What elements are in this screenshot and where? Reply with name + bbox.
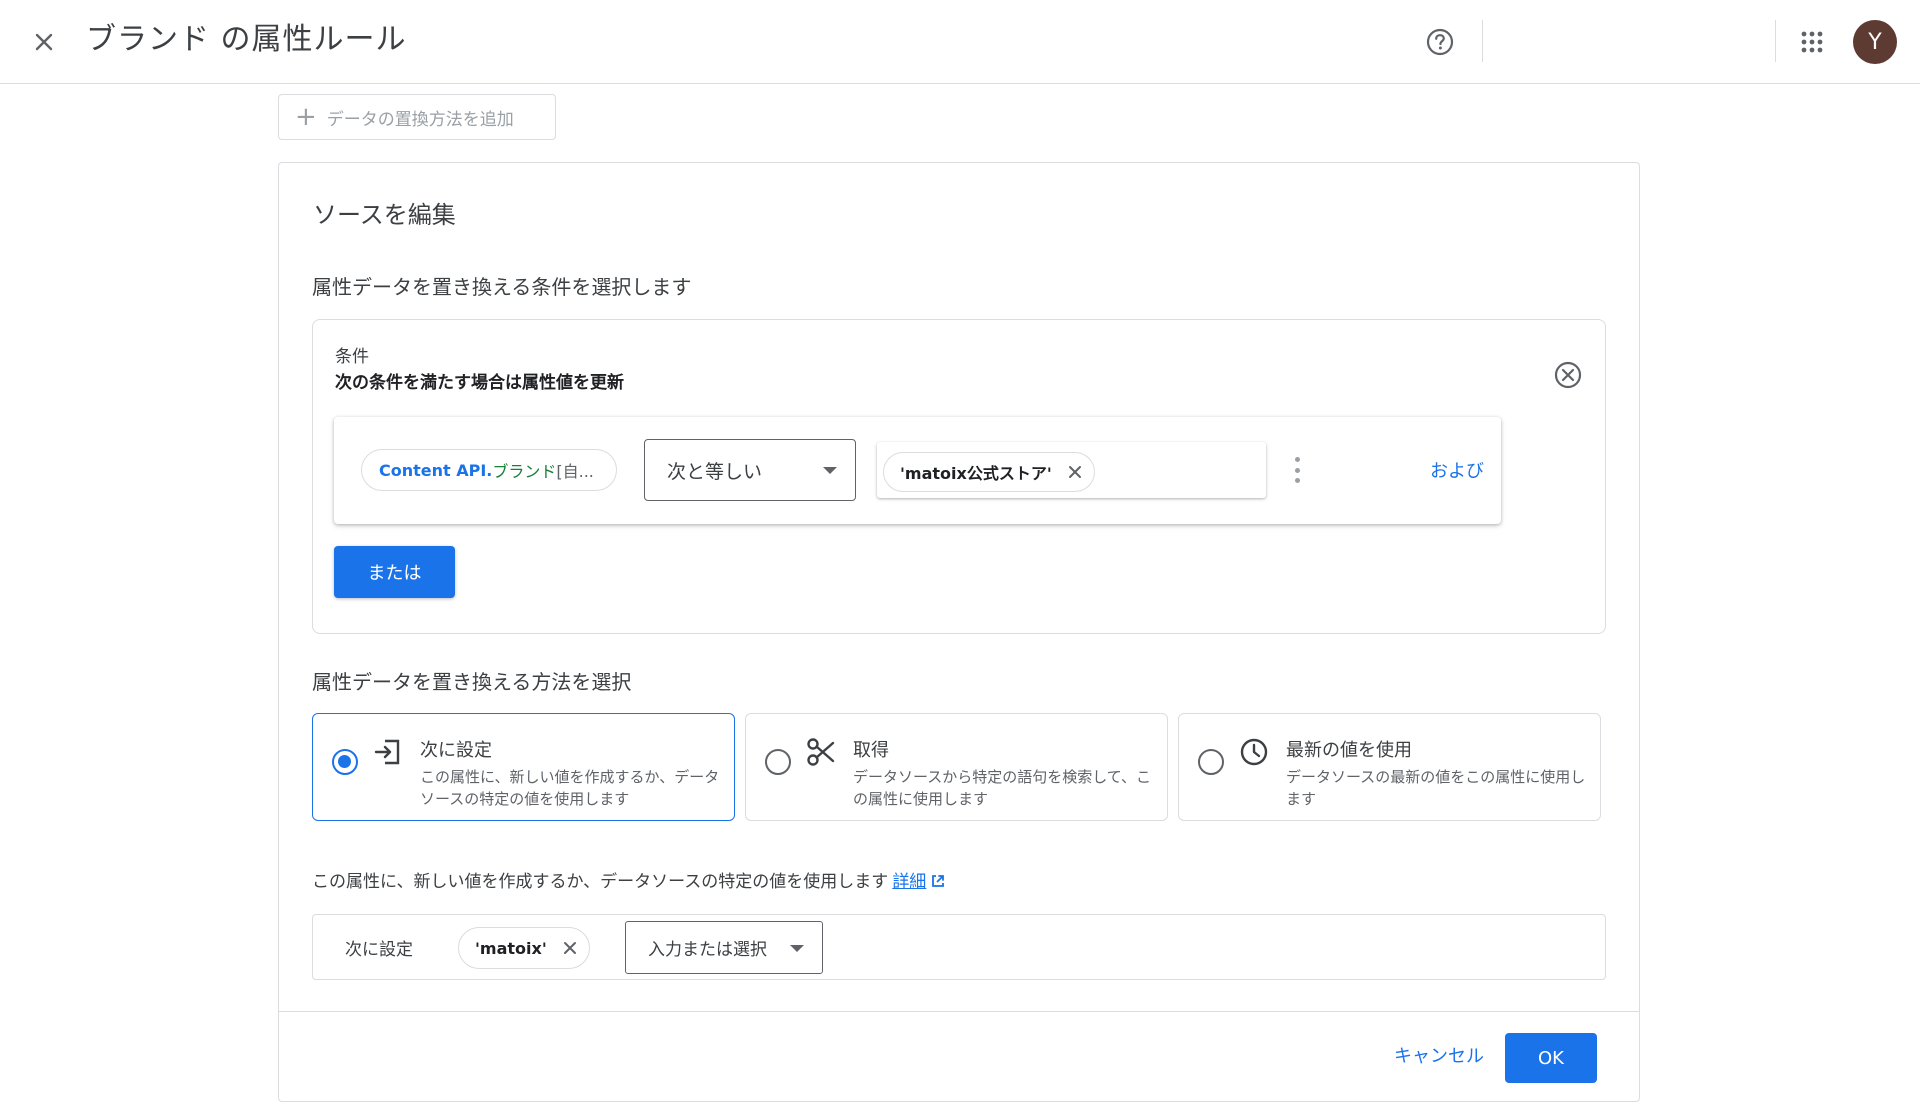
field-source: Content API. <box>379 460 493 480</box>
set-value-label: 次に設定 <box>345 940 413 960</box>
method-info-line: この属性に、新しい値を作成するか、データソースの特定の値を使用します 詳細 <box>312 867 946 892</box>
set-value-chip-label: 'matoix' <box>475 938 547 958</box>
clock-icon <box>1240 738 1268 766</box>
method-card-latest[interactable]: 最新の値を使用 データソースの最新の値をこの属性に使用します <box>1178 713 1601 821</box>
remove-value-button[interactable] <box>1064 461 1086 483</box>
header-divider <box>1775 20 1776 62</box>
add-replacement-button[interactable]: + データの置換方法を追加 <box>278 94 556 140</box>
set-value-chip: 'matoix' <box>458 927 590 969</box>
close-icon <box>35 33 53 51</box>
remove-circle-icon <box>1554 361 1582 389</box>
operator-value: 次と等しい <box>667 460 763 483</box>
and-button[interactable]: および <box>1430 457 1484 483</box>
more-options-button[interactable] <box>1291 457 1303 483</box>
input-or-select-dropdown[interactable]: 入力または選択 <box>625 921 823 974</box>
external-link-icon <box>932 875 945 887</box>
apps-button[interactable] <box>1792 22 1832 62</box>
method-info-text: この属性に、新しい値を作成するか、データソースの特定の値を使用します <box>312 872 889 892</box>
condition-description: 次の条件を満たす場合は属性値を更新 <box>335 373 624 393</box>
apps-grid-icon <box>1801 31 1823 53</box>
scissors-icon <box>807 738 835 766</box>
close-icon <box>1068 466 1081 478</box>
condition-value-field[interactable]: 'matoix公式ストア' <box>877 442 1266 498</box>
method-card-set[interactable]: 次に設定 この属性に、新しい値を作成するか、データソースの特定の値を使用します <box>312 713 735 821</box>
method-section-label: 属性データを置き換える方法を選択 <box>312 670 632 694</box>
dropdown-caret-icon <box>790 945 804 952</box>
condition-label: 条件 <box>335 347 369 367</box>
page-title: ブランド の属性ルール <box>86 22 407 57</box>
dropdown-caret-icon <box>823 467 837 474</box>
account-avatar[interactable]: Y <box>1853 20 1897 64</box>
kebab-dot <box>1294 467 1300 473</box>
radio-button[interactable] <box>765 749 791 775</box>
condition-box: 条件 次の条件を満たす場合は属性値を更新 Content API. ブランド [自… <box>312 319 1606 634</box>
top-app-bar: ブランド の属性ルール Y <box>0 0 1920 84</box>
edit-source-card: ソースを編集 属性データを置き換える条件を選択します 条件 次の条件を満たす場合… <box>278 162 1640 1102</box>
input-or-select-placeholder: 入力または選択 <box>648 940 767 960</box>
value-chip-label: 'matoix公式ストア' <box>900 464 1052 483</box>
radio-button[interactable] <box>1198 749 1224 775</box>
add-replacement-label: データの置換方法を追加 <box>326 109 514 130</box>
operator-select[interactable]: 次と等しい <box>644 439 856 501</box>
method-description: この属性に、新しい値を作成するか、データソースの特定の値を使用します <box>420 768 720 808</box>
remove-set-value-button[interactable] <box>559 937 581 959</box>
field-attribute: ブランド <box>492 462 557 481</box>
method-title: 次に設定 <box>420 740 492 761</box>
method-title: 取得 <box>853 740 889 761</box>
footer-divider <box>279 1011 1639 1012</box>
field-suffix: [自... <box>556 462 594 481</box>
method-card-extract[interactable]: 取得 データソースから特定の語句を検索して、この属性に使用します <box>745 713 1168 821</box>
help-button[interactable] <box>1420 22 1460 62</box>
radio-button[interactable] <box>332 749 358 775</box>
learn-more-link[interactable]: 詳細 <box>892 872 926 892</box>
close-button[interactable] <box>24 22 64 62</box>
method-description: データソースの最新の値をこの属性に使用します <box>1286 768 1586 808</box>
set-value-box: 次に設定 'matoix' 入力または選択 <box>312 914 1606 980</box>
ok-button[interactable]: OK <box>1505 1033 1597 1083</box>
plus-icon: + <box>295 102 317 132</box>
close-icon <box>563 942 576 954</box>
condition-section-label: 属性データを置き換える条件を選択します <box>312 275 692 299</box>
kebab-dot <box>1294 478 1300 483</box>
or-button[interactable]: または <box>334 546 455 598</box>
value-chip: 'matoix公式ストア' <box>883 452 1095 492</box>
set-value-icon <box>374 739 400 765</box>
condition-rule-row: Content API. ブランド [自... 次と等しい 'matoix公式スト… <box>334 417 1501 524</box>
cancel-button[interactable]: キャンセル <box>1379 1033 1499 1077</box>
help-icon <box>1426 28 1454 56</box>
header-divider <box>1482 20 1483 62</box>
edit-source-title: ソースを編集 <box>313 201 456 229</box>
method-title: 最新の値を使用 <box>1286 740 1412 761</box>
kebab-dot <box>1294 457 1300 462</box>
method-description: データソースから特定の語句を検索して、この属性に使用します <box>853 768 1152 808</box>
field-chip[interactable]: Content API. ブランド [自... <box>361 449 617 491</box>
remove-condition-button[interactable] <box>1551 358 1585 392</box>
